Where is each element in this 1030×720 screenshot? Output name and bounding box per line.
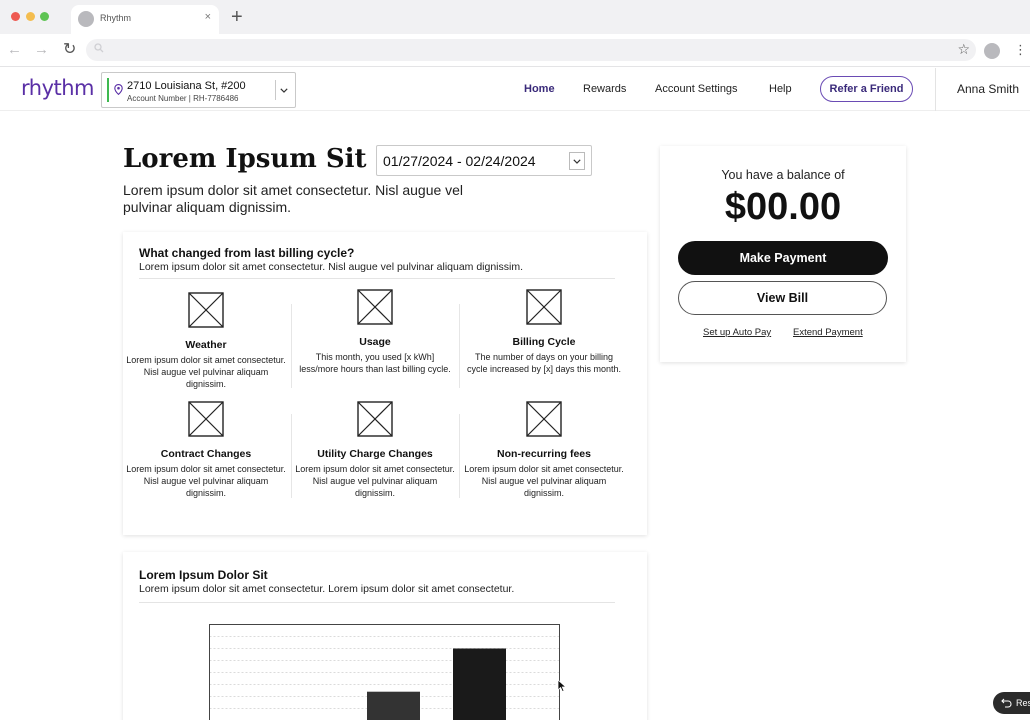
mouse-cursor-icon	[557, 679, 567, 693]
make-payment-button[interactable]: Make Payment	[678, 241, 888, 275]
bookmark-star-icon[interactable]: ☆	[957, 41, 970, 58]
change-item-title: Contract Changes	[160, 448, 252, 460]
user-name[interactable]: Anna Smith	[957, 82, 1019, 96]
divider	[459, 414, 460, 498]
profile-avatar-icon[interactable]	[984, 43, 1000, 59]
divider	[291, 414, 292, 498]
divider	[291, 304, 292, 388]
change-item-text: The number of days on your billing cycle…	[466, 352, 622, 374]
balance-amount: $00.00	[724, 186, 842, 228]
change-item-title: Weather	[185, 339, 227, 351]
page-subtitle: Lorem ipsum dolor sit amet consectetur. …	[123, 182, 464, 215]
image-placeholder-icon	[357, 401, 393, 437]
site-header: rhythm 2710 Louisiana St, #200 Account N…	[0, 68, 1030, 111]
nav-account-settings[interactable]: Account Settings	[655, 83, 738, 95]
undo-icon	[1001, 698, 1012, 708]
image-placeholder-icon	[526, 289, 562, 325]
chevron-down-icon[interactable]	[569, 152, 585, 170]
change-item-title: Utility Charge Changes	[317, 448, 433, 460]
nav-help[interactable]: Help	[769, 83, 792, 95]
changes-heading: What changed from last billing cycle?	[139, 246, 355, 260]
tab-title: Rhythm	[100, 13, 132, 23]
image-placeholder-icon	[188, 401, 224, 437]
browser-menu-icon[interactable]: ⋮	[1014, 42, 1027, 58]
browser-toolbar: ← → ↻ ☆ ⋮	[0, 34, 1030, 67]
change-item-text: Lorem ipsum dolor sit amet consectetur. …	[295, 464, 455, 498]
tab-close-icon[interactable]: ×	[205, 11, 211, 23]
balance-label: You have a balance of	[721, 168, 845, 182]
change-item-title: Non-recurring fees	[497, 448, 591, 460]
nav-home[interactable]: Home	[524, 83, 555, 95]
change-item-non-recurring-fees: Non-recurring fees Lorem ipsum dolor sit…	[464, 401, 624, 499]
billing-period-select[interactable]: 01/27/2024 - 02/24/2024	[376, 145, 592, 176]
rhythm-logo[interactable]: rhythm	[21, 76, 95, 100]
nav-rewards[interactable]: Rewards	[583, 83, 626, 95]
close-window-button[interactable]	[11, 12, 20, 21]
change-item-weather: Weather Lorem ipsum dolor sit amet conse…	[126, 292, 286, 390]
address-line: 2710 Louisiana St, #200	[127, 80, 246, 92]
view-bill-button[interactable]: View Bill	[678, 281, 887, 315]
billing-period-value: 01/27/2024 - 02/24/2024	[383, 153, 536, 169]
change-item-usage: Usage This month, you used [x kWh] less/…	[295, 289, 455, 375]
new-tab-icon[interactable]: +	[231, 7, 243, 27]
change-item-text: Lorem ipsum dolor sit amet consectetur. …	[126, 464, 286, 498]
address-selector[interactable]: 2710 Louisiana St, #200 Account Number |…	[101, 72, 296, 108]
usage-bar-chart	[209, 624, 560, 720]
restore-button[interactable]: Rest	[993, 692, 1030, 714]
back-arrow-icon[interactable]: ←	[7, 41, 22, 59]
search-icon	[94, 43, 104, 53]
divider	[139, 278, 615, 279]
favicon-icon	[78, 11, 94, 27]
location-pin-icon	[114, 84, 123, 95]
browser-tab-bar: Rhythm × +	[0, 0, 1030, 34]
balance-card: You have a balance of $00.00 Make Paymen…	[660, 146, 906, 362]
divider	[139, 602, 615, 603]
image-placeholder-icon	[357, 289, 393, 325]
image-placeholder-icon	[188, 292, 224, 328]
forward-arrow-icon[interactable]: →	[34, 41, 49, 59]
extend-payment-link[interactable]: Extend Payment	[793, 327, 863, 338]
chart-subheading: Lorem ipsum dolor sit amet consectetur. …	[139, 583, 515, 595]
usage-chart-card: Lorem Ipsum Dolor Sit Lorem ipsum dolor …	[123, 552, 647, 720]
chevron-down-icon[interactable]	[275, 80, 291, 100]
browser-tab[interactable]: Rhythm ×	[71, 5, 219, 34]
change-item-title: Usage	[359, 336, 391, 348]
chart-bar[interactable]	[367, 691, 420, 720]
change-item-utility-charge-changes: Utility Charge Changes Lorem ipsum dolor…	[295, 401, 455, 499]
minimize-window-button[interactable]	[26, 12, 35, 21]
address-accent-bar	[107, 78, 109, 102]
change-item-billing-cycle: Billing Cycle The number of days on your…	[464, 289, 624, 375]
chart-heading: Lorem Ipsum Dolor Sit	[139, 568, 268, 582]
maximize-window-button[interactable]	[40, 12, 49, 21]
reload-icon[interactable]: ↻	[63, 41, 76, 59]
header-divider	[935, 68, 936, 111]
changes-subheading: Lorem ipsum dolor sit amet consectetur. …	[139, 261, 524, 273]
change-item-text: This month, you used [x kWh] less/more h…	[299, 352, 451, 374]
account-number: Account Number | RH-7786486	[127, 94, 239, 103]
url-bar[interactable]: ☆	[86, 39, 976, 61]
image-placeholder-icon	[526, 401, 562, 437]
refer-a-friend-button[interactable]: Refer a Friend	[820, 76, 913, 102]
change-item-text: Lorem ipsum dolor sit amet consectetur. …	[464, 464, 624, 498]
chart-bar[interactable]	[453, 648, 506, 720]
page-title: Lorem Ipsum Sit	[123, 144, 367, 174]
change-item-text: Lorem ipsum dolor sit amet consectetur. …	[126, 355, 286, 389]
billing-changes-card: What changed from last billing cycle? Lo…	[123, 232, 647, 535]
change-item-title: Billing Cycle	[512, 336, 576, 348]
restore-label: Rest	[1016, 698, 1030, 708]
change-item-contract-changes: Contract Changes Lorem ipsum dolor sit a…	[126, 401, 286, 499]
divider	[459, 304, 460, 388]
set-up-autopay-link[interactable]: Set up Auto Pay	[703, 327, 771, 338]
